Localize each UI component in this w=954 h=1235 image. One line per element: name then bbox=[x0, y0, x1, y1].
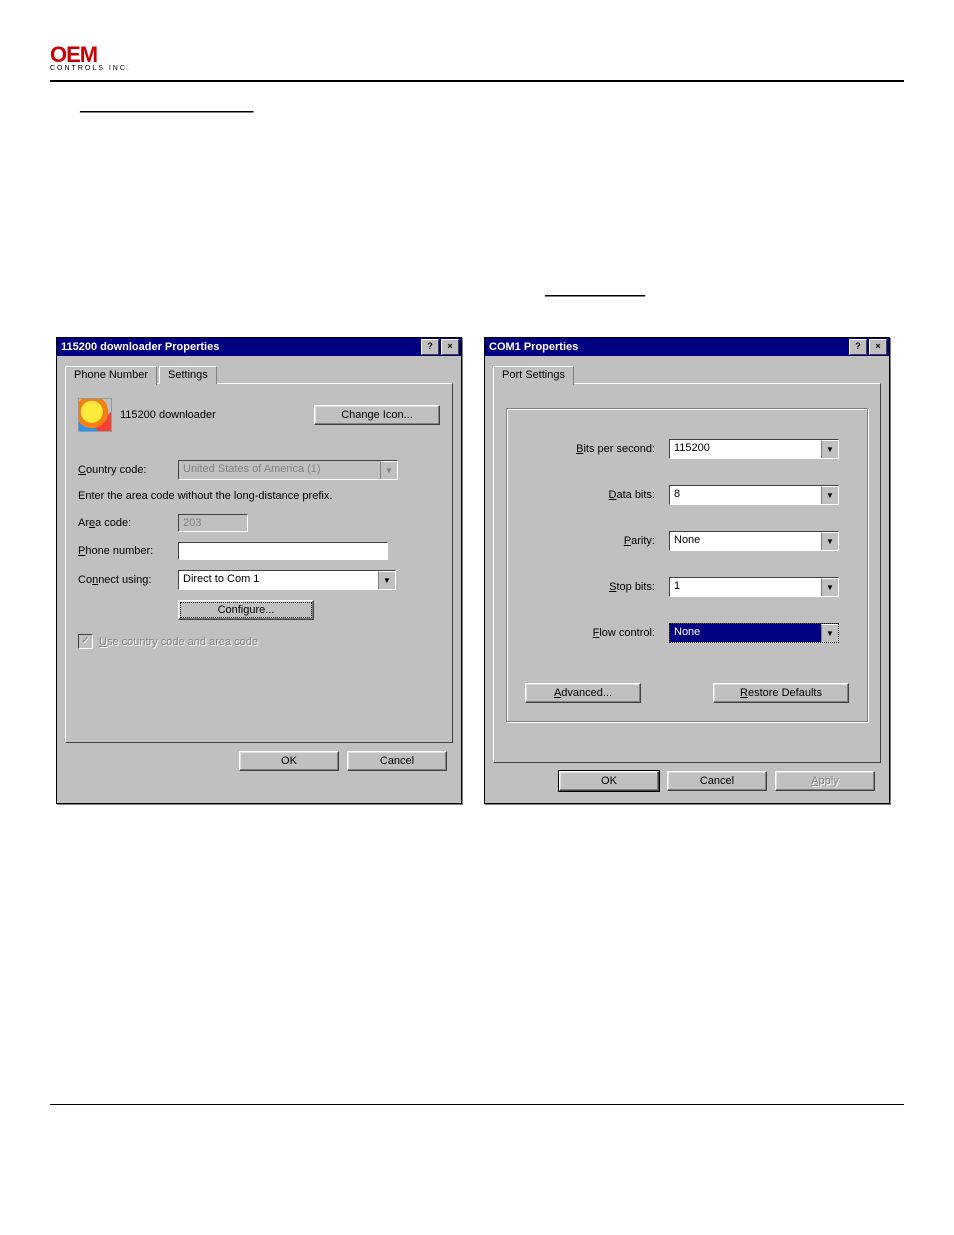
bits-per-second-combo[interactable]: 115200 ▼ bbox=[669, 439, 839, 459]
connection-icon bbox=[78, 398, 112, 432]
use-country-code-label: Use country code and area code bbox=[99, 636, 258, 648]
chevron-down-icon[interactable]: ▼ bbox=[821, 486, 838, 504]
tab-port-settings[interactable]: Port Settings bbox=[493, 366, 574, 385]
logo-text-top: OEM bbox=[50, 45, 168, 65]
stop-bits-value: 1 bbox=[670, 578, 821, 596]
flow-control-label: Flow control: bbox=[525, 627, 661, 639]
chevron-down-icon[interactable]: ▼ bbox=[821, 578, 838, 596]
flow-control-value: None bbox=[670, 624, 821, 642]
dialog-title: COM1 Properties bbox=[489, 341, 578, 353]
logo-text-bottom: CONTROLS INC. bbox=[50, 65, 168, 72]
section-heading-placeholder: ________________________ bbox=[80, 98, 254, 113]
stop-bits-combo[interactable]: 1 ▼ bbox=[669, 577, 839, 597]
logo: OEM CONTROLS INC. bbox=[50, 40, 904, 76]
area-code-field bbox=[178, 514, 248, 532]
titlebar[interactable]: COM1 Properties ? × bbox=[485, 338, 889, 356]
chevron-down-icon[interactable]: ▼ bbox=[821, 532, 838, 550]
bits-per-second-value: 115200 bbox=[670, 440, 821, 458]
chevron-down-icon[interactable]: ▼ bbox=[821, 440, 838, 458]
country-code-value: United States of America (1) bbox=[179, 461, 380, 479]
help-icon[interactable]: ? bbox=[849, 339, 867, 355]
cancel-button[interactable]: Cancel bbox=[347, 751, 447, 771]
connect-using-value: Direct to Com 1 bbox=[179, 571, 378, 589]
configure-button[interactable]: Configure... bbox=[178, 600, 314, 620]
tab-phone-number[interactable]: Phone Number bbox=[65, 366, 157, 385]
port-settings-group: Bits per second: 115200 ▼ Data bits: 8 bbox=[506, 408, 868, 722]
parity-value: None bbox=[670, 532, 821, 550]
cancel-button[interactable]: Cancel bbox=[667, 771, 767, 791]
inline-link-placeholder: _______________ bbox=[545, 283, 645, 297]
close-icon[interactable]: × bbox=[869, 339, 887, 355]
connect-using-combo[interactable]: Direct to Com 1 ▼ bbox=[178, 570, 396, 590]
com1-properties-dialog: COM1 Properties ? × Port Settings Bits p… bbox=[484, 337, 890, 804]
help-icon[interactable]: ? bbox=[421, 339, 439, 355]
checkbox-icon: ✓ bbox=[78, 634, 93, 649]
area-code-hint: Enter the area code without the long-dis… bbox=[78, 490, 332, 502]
parity-combo[interactable]: None ▼ bbox=[669, 531, 839, 551]
stop-bits-label: Stop bits: bbox=[525, 581, 661, 593]
ok-button[interactable]: OK bbox=[239, 751, 339, 771]
footer-rule bbox=[50, 1104, 904, 1105]
connect-using-label: Connect using: bbox=[78, 574, 170, 586]
country-code-combo: United States of America (1) ▼ bbox=[178, 460, 398, 480]
phone-number-field[interactable] bbox=[178, 542, 388, 560]
dialog-title: 115200 downloader Properties bbox=[61, 341, 219, 353]
flow-control-combo[interactable]: None ▼ bbox=[669, 623, 839, 643]
connection-name: 115200 downloader bbox=[120, 409, 216, 421]
change-icon-button[interactable]: Change Icon... bbox=[314, 405, 440, 425]
parity-label: Parity: bbox=[525, 535, 661, 547]
ok-button[interactable]: OK bbox=[559, 771, 659, 791]
area-code-label: Area code: bbox=[78, 517, 170, 529]
chevron-down-icon[interactable]: ▼ bbox=[821, 624, 838, 642]
header-rule bbox=[50, 80, 904, 82]
apply-button: Apply bbox=[775, 771, 875, 791]
restore-defaults-button[interactable]: Restore Defaults bbox=[713, 683, 849, 703]
titlebar[interactable]: 115200 downloader Properties ? × bbox=[57, 338, 461, 356]
advanced-button[interactable]: Advanced... bbox=[525, 683, 641, 703]
use-country-code-checkbox: ✓ Use country code and area code bbox=[78, 634, 440, 649]
chevron-down-icon[interactable]: ▼ bbox=[378, 571, 395, 589]
phone-number-label: Phone number: bbox=[78, 545, 170, 557]
data-bits-value: 8 bbox=[670, 486, 821, 504]
downloader-properties-dialog: 115200 downloader Properties ? × Phone N… bbox=[56, 337, 462, 804]
bits-per-second-label: Bits per second: bbox=[525, 443, 661, 455]
country-code-label: Country code: bbox=[78, 464, 170, 476]
tab-settings[interactable]: Settings bbox=[159, 366, 217, 384]
chevron-down-icon: ▼ bbox=[380, 461, 397, 479]
data-bits-combo[interactable]: 8 ▼ bbox=[669, 485, 839, 505]
close-icon[interactable]: × bbox=[441, 339, 459, 355]
data-bits-label: Data bits: bbox=[525, 489, 661, 501]
